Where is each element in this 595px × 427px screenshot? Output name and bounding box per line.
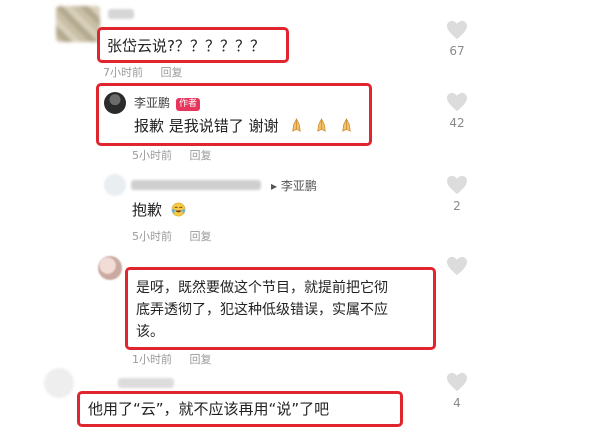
reply-to-prefix: ▸ <box>271 179 278 193</box>
comment-meta: 5小时前 回复 <box>132 228 212 244</box>
like-count: 42 <box>449 116 465 130</box>
like-button[interactable]: 42 <box>437 92 477 130</box>
comment-text-line: 该。 <box>136 324 164 340</box>
comment-text: 抱歉 <box>132 201 163 219</box>
comment-text-row: 抱歉 <box>132 199 186 220</box>
like-button[interactable] <box>437 256 477 280</box>
comment-time: 1小时前 <box>132 353 172 366</box>
reply-button[interactable]: 回复 <box>190 149 212 162</box>
avatar[interactable] <box>104 174 126 196</box>
comment-meta: 5小时前 回复 <box>132 147 212 163</box>
author-name[interactable]: 李亚鹏 <box>134 96 170 110</box>
comment-text-line: 底弄透彻了，犯这种低级错误，实属不应 <box>136 302 388 318</box>
comment-time: 5小时前 <box>132 230 172 243</box>
author-tag: 作者 <box>176 98 201 111</box>
username-blurred[interactable] <box>131 180 261 190</box>
comment-highlight: 李亚鹏 作者 报歉 是我说错了 谢谢 <box>96 83 372 146</box>
avatar[interactable] <box>56 6 100 42</box>
comment-time: 7小时前 <box>103 66 143 79</box>
author-name-row: 李亚鹏 作者 <box>134 94 201 111</box>
like-button[interactable]: 67 <box>437 20 477 58</box>
comment-meta: 7小时前 回复 <box>103 64 183 80</box>
reply-to-row: ▸ 李亚鹏 <box>271 177 317 194</box>
comment-text-line: 是呀，既然要做这个节目，就提前把它彻 <box>136 280 388 296</box>
reply-button[interactable]: 回复 <box>190 230 212 243</box>
reply-button[interactable]: 回复 <box>190 353 212 366</box>
heart-icon <box>447 175 467 195</box>
heart-icon <box>447 372 467 392</box>
avatar[interactable] <box>44 368 74 398</box>
comment-text: 他用了“云”，就不应该再用“说”了吧 <box>88 400 330 418</box>
heart-icon <box>447 92 467 112</box>
comment-highlight: 他用了“云”，就不应该再用“说”了吧 <box>77 391 403 427</box>
heart-icon <box>447 20 467 40</box>
comment-highlight: 张岱云说?？？？？？？ <box>97 27 289 63</box>
comment-text-row: 报歉 是我说错了 谢谢 <box>134 115 354 136</box>
comment-text: 张岱云说?？？？？？？ <box>107 37 265 55</box>
avatar[interactable] <box>104 92 126 114</box>
praying-hands-icon <box>292 118 302 132</box>
comment-time: 5小时前 <box>132 149 172 162</box>
reply-to-name[interactable]: 李亚鹏 <box>281 179 317 193</box>
like-count: 4 <box>453 396 461 410</box>
praying-hands-icon <box>342 118 351 132</box>
reply-button[interactable]: 回复 <box>161 66 183 79</box>
praying-hands-icon <box>317 118 326 132</box>
like-count: 67 <box>449 44 465 58</box>
heart-icon <box>447 256 467 276</box>
like-button[interactable]: 4 <box>437 372 477 410</box>
like-button[interactable]: 2 <box>437 175 477 213</box>
username-blurred[interactable] <box>108 9 134 19</box>
comment-meta: 1小时前 回复 <box>132 351 212 367</box>
comment-highlight: 是呀，既然要做这个节目，就提前把它彻 底弄透彻了，犯这种低级错误，实属不应 该。 <box>125 267 436 350</box>
like-count: 2 <box>453 199 461 213</box>
avatar[interactable] <box>98 256 122 280</box>
comment-text: 报歉 是我说错了 谢谢 <box>134 117 279 135</box>
username-blurred[interactable] <box>118 378 174 388</box>
tears-of-joy-icon <box>171 202 186 217</box>
